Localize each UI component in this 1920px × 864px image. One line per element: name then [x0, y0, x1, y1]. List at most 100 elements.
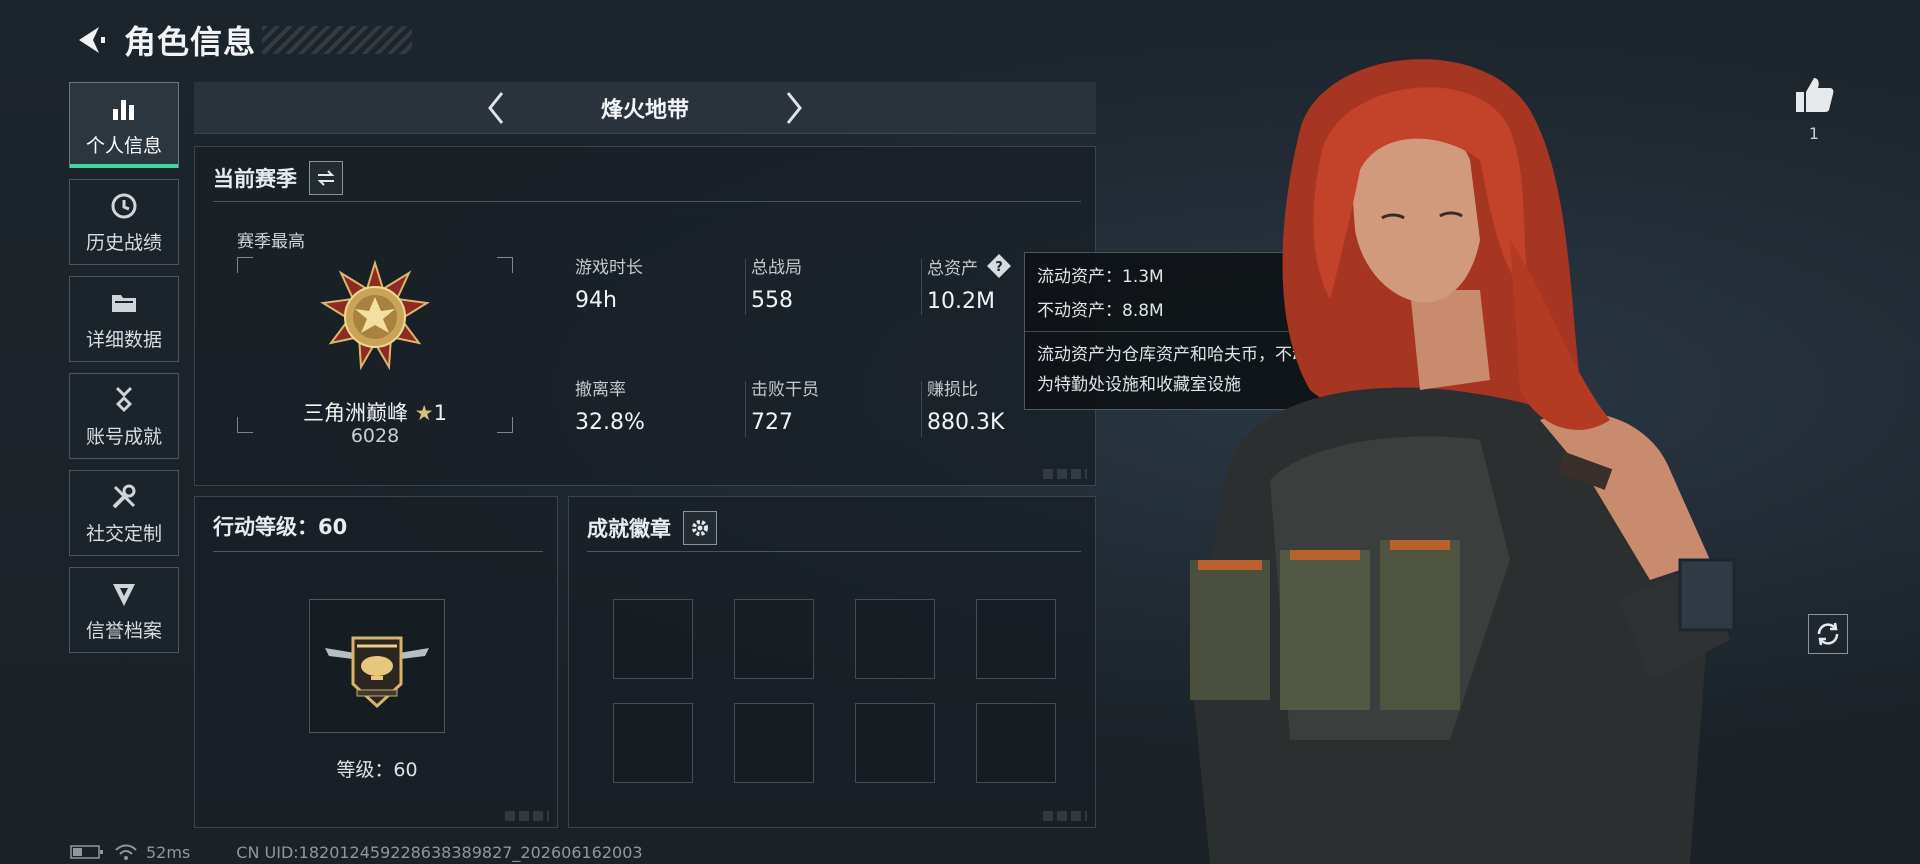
- like-button[interactable]: 1: [1790, 76, 1838, 143]
- stat-label: 撤离率: [575, 380, 626, 400]
- divider: [745, 259, 746, 315]
- sidebar-item-social[interactable]: 社交定制: [69, 470, 179, 556]
- stat-label-text: 总资产: [927, 258, 978, 279]
- badge-slot[interactable]: [976, 599, 1056, 679]
- level-text: 等级：60: [336, 759, 418, 781]
- mode-name: 烽火地带: [600, 97, 689, 123]
- sidebar-item-label: 账号成就: [85, 425, 162, 448]
- title-decoration: [262, 26, 413, 54]
- rank-score: 6028: [350, 425, 400, 447]
- rotate-model-button[interactable]: [1808, 614, 1848, 654]
- badge-slot[interactable]: [855, 599, 935, 679]
- gear-icon: [692, 520, 708, 536]
- stat-play-time: 游戏时长 94h: [575, 253, 643, 313]
- divider: [213, 201, 1081, 202]
- stat-label: 总资产 ?: [927, 253, 1012, 279]
- badge-slot[interactable]: [613, 599, 693, 679]
- stat-operators-defeated: 击败干员 727: [751, 375, 819, 435]
- rotate-icon: [1817, 622, 1839, 646]
- stat-profit-loss-ratio: 赚损比 880.3K: [927, 375, 1004, 435]
- page-title: 角色信息: [124, 23, 257, 61]
- helicopter-badge-icon: [325, 636, 429, 709]
- folder-icon: [108, 287, 140, 319]
- wifi-icon: [115, 844, 137, 860]
- level-badge-frame[interactable]: [309, 599, 445, 733]
- achievement-title: 成就徽章: [587, 517, 671, 541]
- battery-icon: [70, 845, 103, 859]
- action-level-panel: 行动等级：60 等级：60: [194, 496, 558, 828]
- chevron-right-icon: [786, 92, 802, 124]
- rank-badge-icon: [320, 259, 430, 371]
- medal-icon: [108, 384, 140, 416]
- history-clock-icon: [108, 190, 140, 222]
- back-button[interactable]: [70, 20, 110, 60]
- switch-season-button[interactable]: [309, 161, 343, 195]
- uid-text: CN UID:18201245922863838982​7_2026061620…: [236, 842, 643, 862]
- panel-title: 成就徽章: [587, 511, 717, 545]
- sidebar-item-label: 个人信息: [85, 134, 162, 157]
- ping-value: 52ms: [146, 842, 191, 862]
- divider: [921, 259, 922, 315]
- svg-text:?: ?: [995, 260, 1003, 275]
- status-bar: 52ms CN UID:18201245922863838982​7_20260…: [70, 842, 643, 862]
- header: 角色信息: [70, 18, 413, 62]
- badge-slot[interactable]: [855, 703, 935, 783]
- sidebar-item-achievements[interactable]: 账号成就: [69, 373, 179, 459]
- stat-total-assets: 总资产 ? 10.2M: [927, 253, 1012, 314]
- next-mode-button[interactable]: [776, 90, 812, 126]
- corner-decoration: [1043, 469, 1087, 479]
- chevron-left-icon: [488, 92, 504, 124]
- rank-stars: 1: [433, 401, 447, 425]
- sidebar-item-details[interactable]: 详细数据: [69, 276, 179, 362]
- panel-title: 当前赛季: [213, 161, 343, 195]
- stat-label: 游戏时长: [575, 258, 643, 278]
- stat-value: 94h: [575, 288, 617, 313]
- sidebar-item-reputation[interactable]: 信誉档案: [69, 567, 179, 653]
- rank-name: 三角洲巅峰 ★1: [237, 397, 513, 427]
- corner-decoration: [505, 811, 549, 821]
- stat-extraction-rate: 撤离率 32.8%: [575, 375, 645, 435]
- help-icon[interactable]: ?: [986, 253, 1012, 279]
- divider: [921, 381, 922, 437]
- level-title: 行动等级：60: [213, 515, 348, 539]
- stat-total-matches: 总战局 558: [751, 253, 802, 313]
- stat-value: 880.3K: [927, 410, 1005, 435]
- corner-decoration: [1043, 811, 1087, 821]
- prev-mode-button[interactable]: [478, 90, 514, 126]
- shield-icon: [108, 578, 140, 610]
- rank-display: 三角洲巅峰 ★1 6028: [237, 257, 513, 447]
- rank-name-text: 三角洲巅峰: [303, 401, 409, 425]
- divider: [213, 551, 543, 552]
- divider: [745, 381, 746, 437]
- badge-slot[interactable]: [613, 703, 693, 783]
- star-icon: ★: [414, 401, 434, 425]
- sidebar-item-label: 社交定制: [85, 522, 162, 545]
- stat-value: 727: [751, 410, 793, 435]
- sidebar-item-label: 历史战绩: [85, 231, 162, 254]
- character-model[interactable]: [1150, 40, 1870, 864]
- badge-settings-button[interactable]: [683, 511, 717, 545]
- badge-slot[interactable]: [734, 703, 814, 783]
- stat-value: 558: [751, 288, 793, 313]
- thumbs-up-icon: [1796, 78, 1834, 112]
- sidebar-item-label: 详细数据: [85, 328, 162, 351]
- season-high-label: 赛季最高: [237, 232, 305, 252]
- current-season-panel: 当前赛季 赛季最高 三角洲巅峰 ★1 6028 游戏时长 94h 总战局 558…: [194, 146, 1096, 486]
- stat-value: 10.2M: [927, 289, 995, 314]
- badge-slot[interactable]: [734, 599, 814, 679]
- stat-label: 赚损比: [927, 380, 978, 400]
- sidebar-item-personal-info[interactable]: 个人信息: [69, 82, 179, 168]
- sidebar-item-label: 信誉档案: [85, 619, 162, 642]
- badge-slot[interactable]: [976, 703, 1056, 783]
- bar-chart-icon: [108, 93, 140, 125]
- stat-value: 32.8%: [575, 410, 645, 435]
- sidebar-item-history[interactable]: 历史战绩: [69, 179, 179, 265]
- stat-label: 总战局: [751, 258, 802, 278]
- stat-label: 击败干员: [751, 380, 819, 400]
- season-mode-bar: 烽火地带: [194, 82, 1096, 134]
- sidebar: 个人信息 历史战绩 详细数据 账号成就 社交定制 信誉档案: [69, 82, 179, 664]
- divider: [587, 551, 1081, 552]
- like-count: 1: [1808, 124, 1820, 143]
- achievement-badges-panel: 成就徽章: [568, 496, 1096, 828]
- wrench-icon: [108, 481, 140, 513]
